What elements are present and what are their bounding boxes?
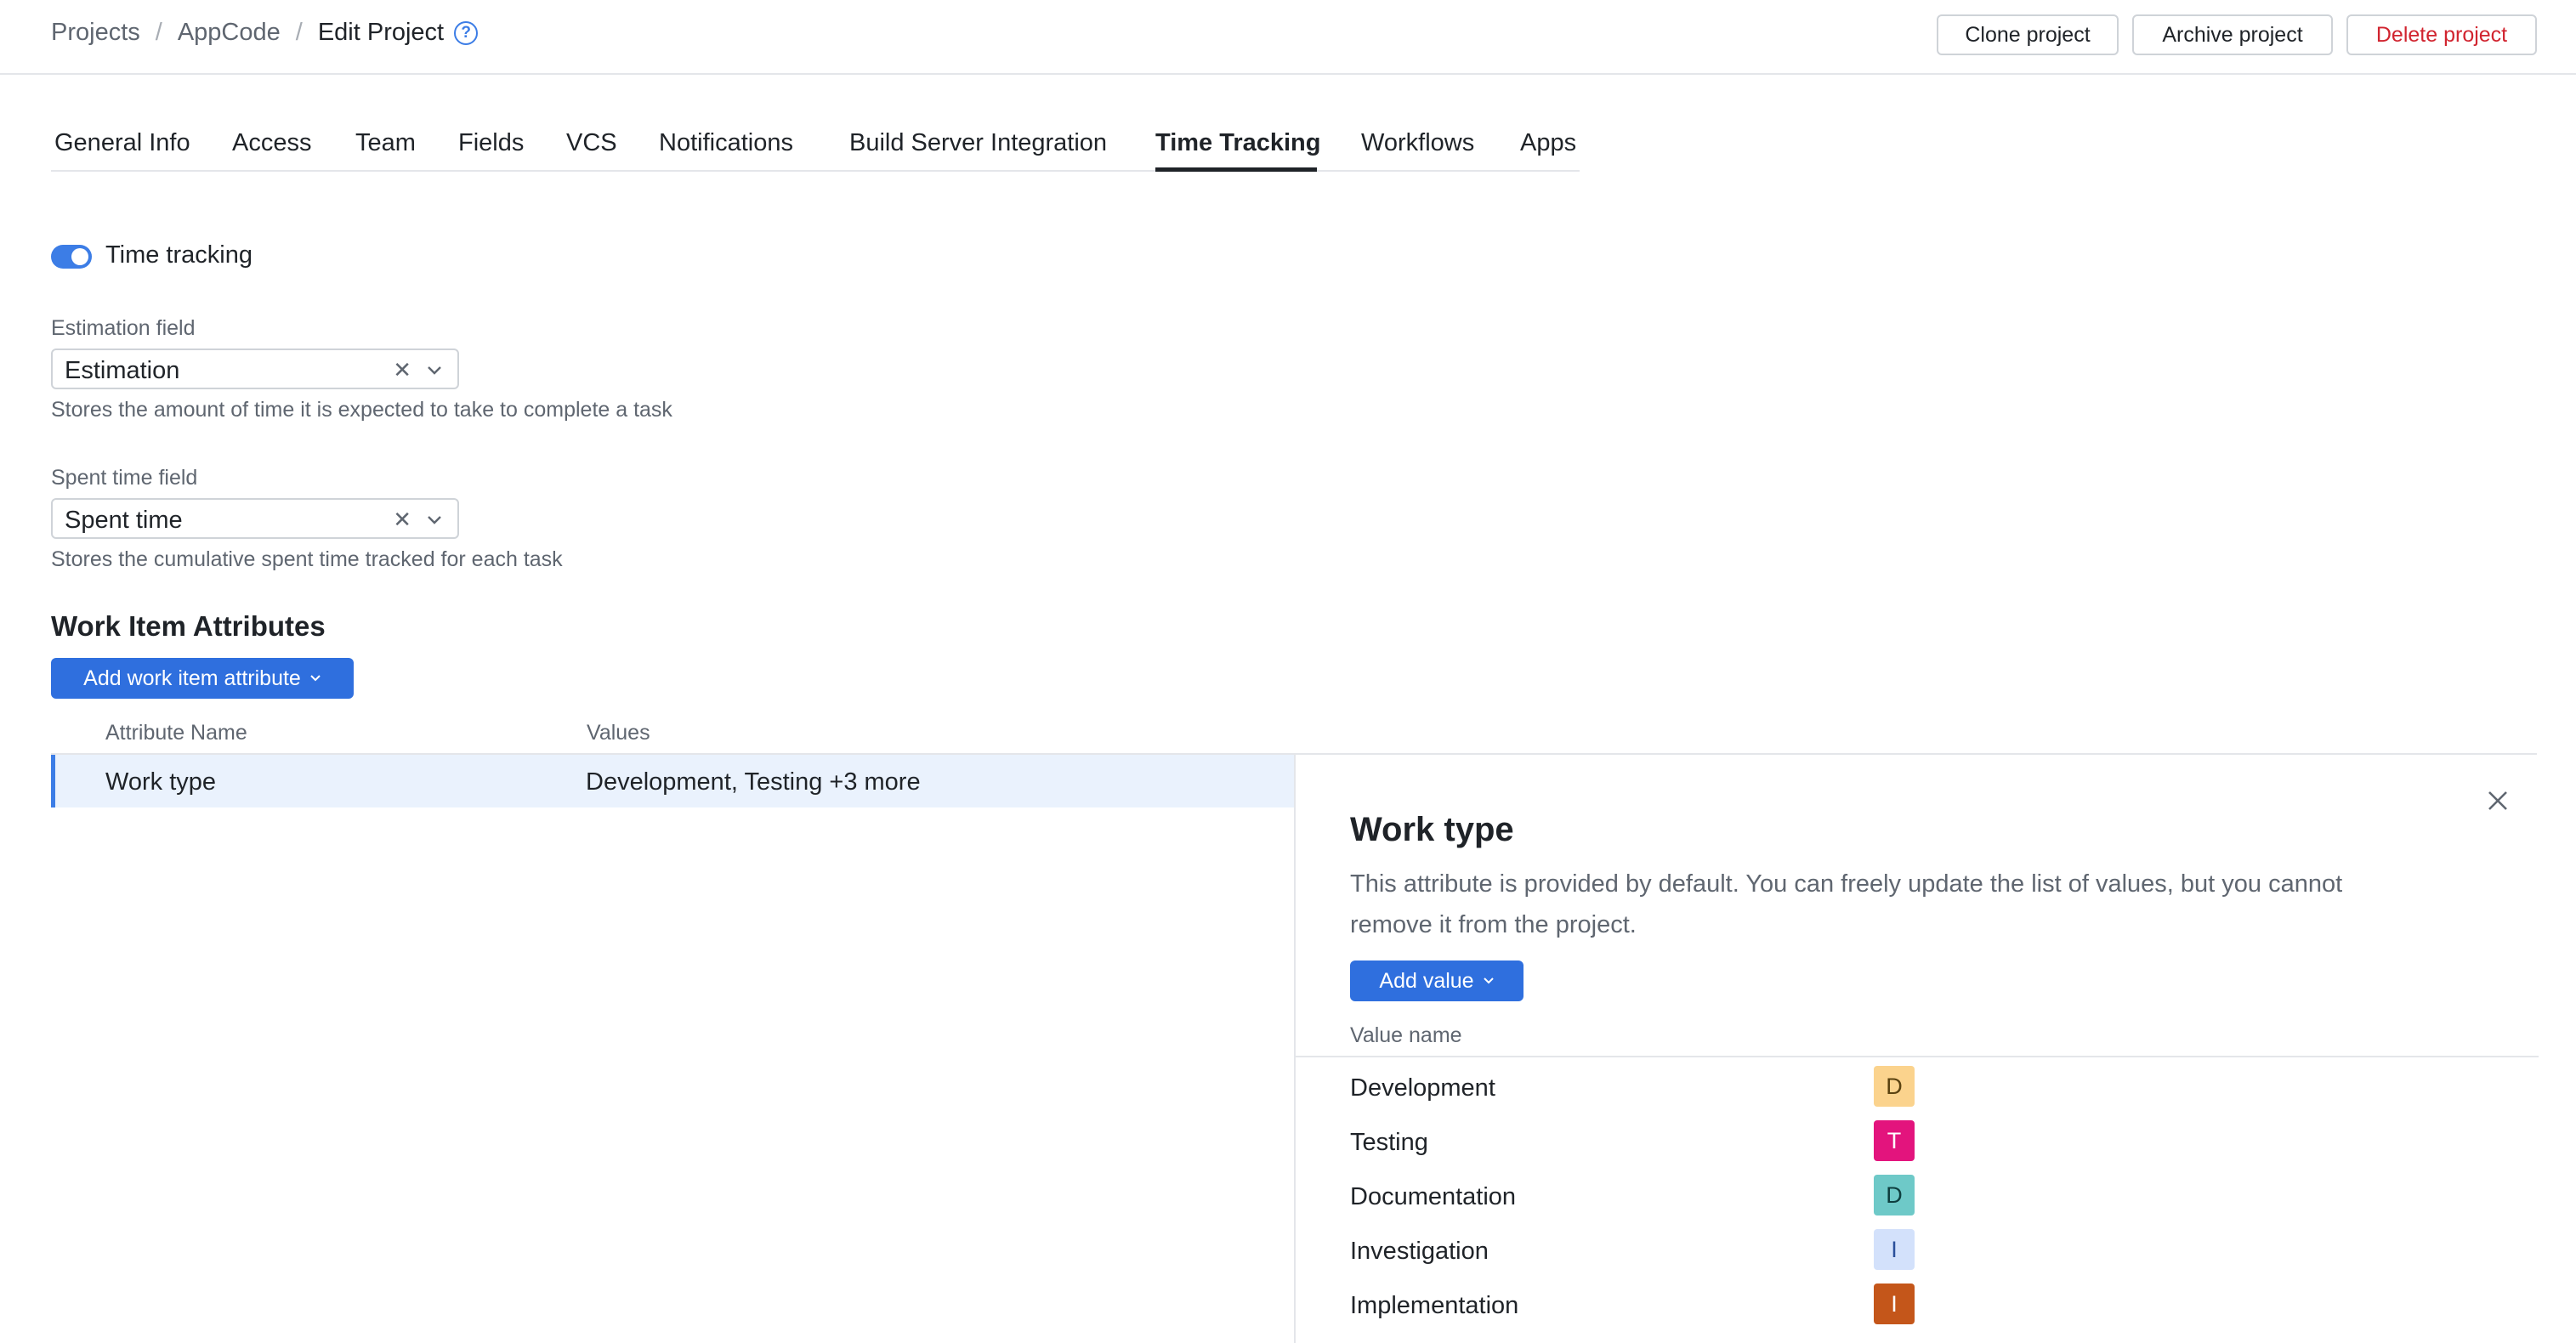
spent-time-field-label: Spent time field — [51, 466, 198, 490]
breadcrumb-projects[interactable]: Projects — [51, 19, 140, 47]
spent-time-field-value: Spent time — [65, 507, 183, 534]
panel-description: This attribute is provided by default. Y… — [1350, 870, 2343, 938]
breadcrumb-separator: / — [155, 19, 162, 46]
tab-general-info[interactable]: General Info — [54, 129, 190, 157]
chevron-down-icon[interactable] — [425, 360, 444, 379]
attribute-name-cell: Work type — [105, 768, 217, 796]
breadcrumb: Projects / AppCode / Edit Project ? — [51, 19, 479, 47]
estimation-field-select[interactable]: Estimation ✕ — [51, 348, 459, 389]
tab-team[interactable]: Team — [355, 129, 416, 157]
chevron-down-icon — [310, 675, 321, 682]
add-work-item-attribute-label: Add work item attribute — [83, 666, 301, 690]
column-values: Values — [587, 721, 650, 745]
value-color-badge[interactable]: I — [1874, 1284, 1915, 1324]
tab-build-server-integration[interactable]: Build Server Integration — [849, 129, 1107, 157]
add-value-button[interactable]: Add value — [1350, 960, 1523, 1001]
tab-apps[interactable]: Apps — [1520, 129, 1576, 157]
value-color-badge[interactable]: I — [1874, 1229, 1915, 1270]
page-header: Projects / AppCode / Edit Project ? Clon… — [0, 0, 2576, 75]
add-value-label: Add value — [1379, 968, 1474, 993]
value-color-badge[interactable]: T — [1874, 1120, 1915, 1161]
tab-time-tracking[interactable]: Time Tracking — [1155, 129, 1321, 157]
clone-project-button[interactable]: Clone project — [1937, 14, 2119, 55]
settings-tabs: General Info Access Team Fields VCS Noti… — [51, 124, 1580, 172]
time-tracking-toggle[interactable] — [51, 245, 92, 269]
add-work-item-attribute-button[interactable]: Add work item attribute — [51, 658, 354, 699]
close-icon[interactable] — [2484, 787, 2511, 814]
work-item-attributes-title: Work Item Attributes — [51, 610, 326, 642]
archive-project-button[interactable]: Archive project — [2132, 14, 2333, 55]
breadcrumb-separator: / — [295, 19, 303, 46]
value-color-badge[interactable]: D — [1874, 1175, 1915, 1216]
page-title: Edit Project — [317, 19, 445, 46]
panel-title: Work type — [1350, 811, 1514, 848]
tab-fields[interactable]: Fields — [458, 129, 524, 157]
value-color-badge[interactable]: D — [1874, 1066, 1915, 1107]
value-name[interactable]: Implementation — [1350, 1292, 1518, 1320]
chevron-down-icon — [1483, 978, 1494, 984]
spent-time-field-select[interactable]: Spent time ✕ — [51, 498, 459, 539]
time-tracking-label: Time tracking — [105, 241, 252, 269]
tab-vcs[interactable]: VCS — [566, 129, 617, 157]
attribute-detail-panel: Work type This attribute is provided by … — [1294, 755, 2539, 1343]
clear-icon[interactable]: ✕ — [393, 507, 411, 533]
tab-access[interactable]: Access — [232, 129, 311, 157]
value-name[interactable]: Investigation — [1350, 1238, 1489, 1266]
column-value-name: Value name — [1350, 1023, 1462, 1047]
value-name[interactable]: Testing — [1350, 1129, 1428, 1157]
question-circle-icon[interactable]: ? — [454, 20, 479, 45]
estimation-field-hint: Stores the amount of time it is expected… — [51, 398, 672, 422]
active-tab-indicator — [1155, 167, 1317, 172]
clear-icon[interactable]: ✕ — [393, 357, 411, 383]
toggle-knob — [71, 248, 88, 265]
breadcrumb-appcode[interactable]: AppCode — [178, 19, 281, 47]
delete-project-button[interactable]: Delete project — [2346, 14, 2537, 55]
value-name[interactable]: Documentation — [1350, 1183, 1516, 1211]
column-attribute-name: Attribute Name — [105, 721, 247, 745]
spent-time-field-hint: Stores the cumulative spent time tracked… — [51, 547, 563, 571]
estimation-field-value: Estimation — [65, 357, 180, 384]
tab-notifications[interactable]: Notifications — [659, 129, 793, 157]
estimation-field-label: Estimation field — [51, 316, 196, 340]
values-divider — [1296, 1056, 2539, 1057]
tab-workflows[interactable]: Workflows — [1361, 129, 1474, 157]
attribute-values-cell: Development, Testing +3 more — [586, 768, 921, 796]
chevron-down-icon[interactable] — [425, 510, 444, 529]
value-name[interactable]: Development — [1350, 1074, 1495, 1102]
